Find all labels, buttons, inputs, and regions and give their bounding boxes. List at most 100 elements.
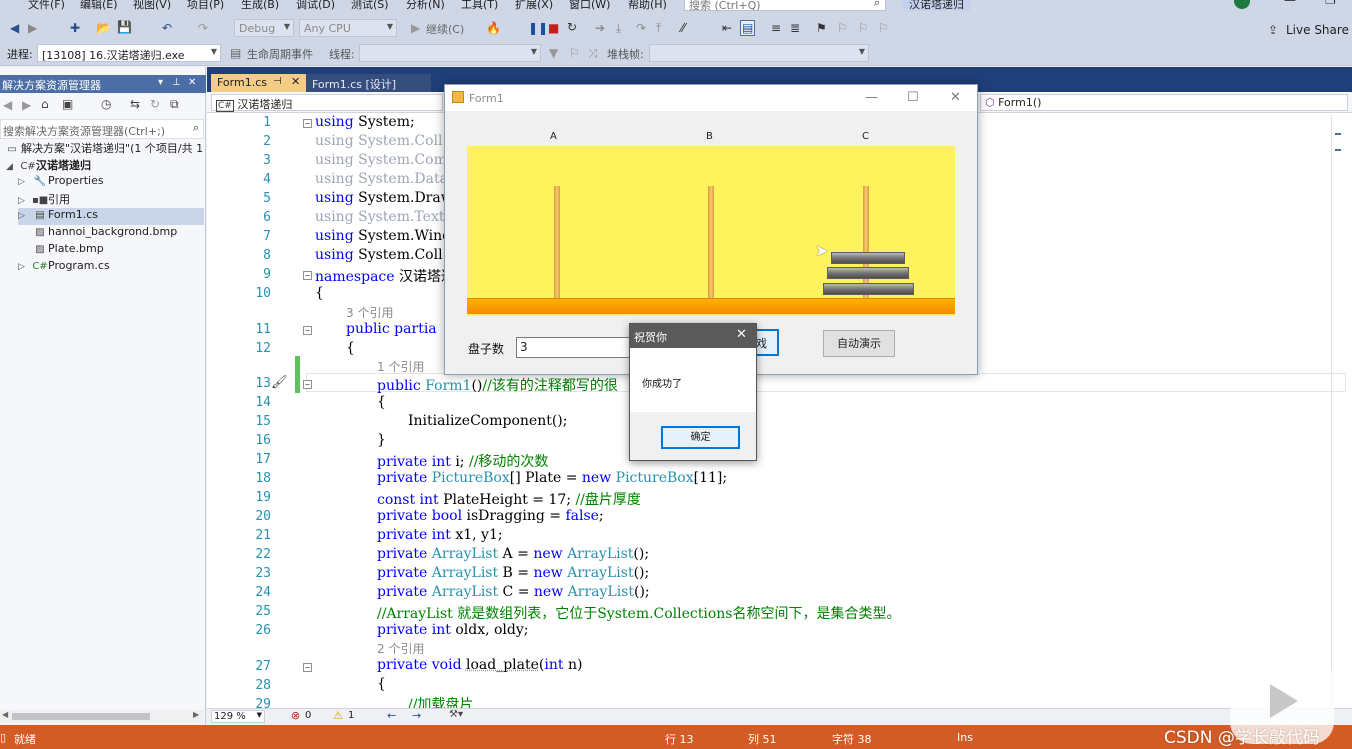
menu-test[interactable]: 测试(S): [351, 0, 389, 12]
minimize-icon[interactable]: —: [865, 90, 878, 105]
tree-plate-image[interactable]: ▨ Plate.bmp: [32, 242, 206, 259]
pin-icon[interactable]: ⊥: [172, 77, 181, 88]
menu-edit[interactable]: 编辑(E): [80, 0, 118, 12]
hot-reload-icon[interactable]: 🔥: [486, 22, 501, 34]
close-icon[interactable]: ✕: [291, 75, 300, 88]
tree-program[interactable]: ▷ C#Program.cs: [18, 259, 206, 276]
scroll-overview[interactable]: [1331, 115, 1332, 705]
stop-icon[interactable]: ■: [548, 22, 559, 34]
codelens-references[interactable]: 3 个引用: [346, 304, 393, 321]
restore-icon[interactable]: ❐: [1325, 0, 1336, 7]
tree-references[interactable]: ▷ ▪■引用: [18, 191, 206, 208]
menu-tools[interactable]: 工具(T): [461, 0, 498, 12]
insert-mode-indicator[interactable]: Ins: [957, 731, 973, 744]
prev-bookmark-icon[interactable]: ⚐: [837, 22, 848, 34]
next-bookmark-icon[interactable]: ⚐: [858, 22, 869, 34]
plates-count-input[interactable]: 3: [516, 337, 636, 358]
forward-icon[interactable]: ▶: [28, 22, 37, 34]
home-icon[interactable]: ⌂: [41, 98, 49, 110]
tree-solution[interactable]: ▭ 解决方案"汉诺塔递归"(1 个项目/共 1: [3, 140, 206, 157]
close-icon[interactable]: ✕: [950, 90, 961, 105]
thread-select[interactable]: ▼: [359, 44, 541, 62]
bookmark-icon[interactable]: ⚑: [816, 22, 827, 34]
continue-button[interactable]: 继续(C): [426, 21, 464, 37]
scroll-left-icon[interactable]: ◀: [2, 710, 8, 719]
column-indicator[interactable]: 列 51: [748, 731, 777, 747]
dropdown-icon[interactable]: ▾: [158, 77, 163, 88]
back-icon[interactable]: ◀: [3, 99, 12, 111]
step-out-icon[interactable]: ⤒: [656, 22, 661, 34]
collapse-icon[interactable]: −: [303, 663, 312, 672]
auto-demo-button[interactable]: 自动演示: [823, 330, 895, 357]
plate-large[interactable]: [823, 283, 914, 295]
tree-background-image[interactable]: ▨ hannoi_backgrond.bmp: [32, 225, 206, 242]
previous-issue-icon[interactable]: ←: [387, 709, 396, 722]
pause-icon[interactable]: ❚❚: [528, 22, 548, 34]
ok-button[interactable]: 确定: [661, 426, 740, 449]
tab-form1-cs[interactable]: Form1.cs ⊣ ✕: [211, 74, 306, 92]
scroll-right-icon[interactable]: ▶: [193, 710, 199, 719]
plate-medium[interactable]: [827, 267, 909, 279]
sync-icon[interactable]: ⇆: [130, 98, 140, 110]
warning-icon[interactable]: ⚠: [333, 709, 343, 722]
live-share-button[interactable]: Live Share: [1286, 23, 1349, 37]
collapse-icon[interactable]: −: [303, 380, 312, 389]
filter-icon[interactable]: ▼: [549, 47, 558, 59]
pending-changes-icon[interactable]: ◷: [101, 98, 111, 110]
codelens-references[interactable]: 2 个引用: [377, 640, 424, 657]
menu-build[interactable]: 生成(B): [241, 0, 279, 12]
step-over-icon[interactable]: ↷: [636, 22, 646, 34]
solution-search-input[interactable]: 搜索解决方案资源管理器(Ctrl+;) ⌕: [0, 119, 204, 139]
menu-analyze[interactable]: 分析(N): [406, 0, 445, 12]
menu-view[interactable]: 视图(V): [133, 0, 171, 12]
menu-file[interactable]: 文件(F): [28, 0, 65, 12]
close-icon[interactable]: ✕: [736, 327, 747, 342]
configuration-select[interactable]: Debug ▼: [234, 19, 294, 37]
switch-views-icon[interactable]: ▣: [62, 98, 73, 110]
char-indicator[interactable]: 字符 38: [832, 731, 872, 747]
collapse-icon[interactable]: −: [303, 326, 312, 335]
play-icon[interactable]: ▶: [411, 22, 420, 34]
account-avatar[interactable]: [1234, 0, 1250, 9]
zoom-select[interactable]: 129 % ▼: [211, 710, 265, 723]
show-next-statement-icon[interactable]: ➔: [595, 22, 605, 34]
cleanup-icon[interactable]: ⚒▾: [449, 709, 463, 720]
refresh-icon[interactable]: ↻: [150, 98, 160, 110]
redo-icon[interactable]: ↷: [198, 22, 208, 34]
quick-action-brush-icon[interactable]: 🖌: [271, 375, 288, 390]
breakpoint-window-icon[interactable]: ▤: [740, 20, 756, 36]
forward-icon[interactable]: ▶: [22, 99, 31, 111]
tab-form1-design[interactable]: Form1.cs [设计]: [306, 74, 431, 92]
comment-out-icon[interactable]: ≡: [771, 22, 781, 34]
next-issue-icon[interactable]: →: [412, 709, 421, 722]
stack-frame-select[interactable]: ▼: [649, 44, 869, 62]
back-icon[interactable]: ◀: [10, 22, 19, 34]
maximize-icon[interactable]: ☐: [907, 90, 919, 105]
search-input[interactable]: 搜索 (Ctrl+Q) ⌕: [684, 0, 886, 12]
horizontal-scrollbar[interactable]: ◀ ▶: [0, 710, 204, 723]
tree-form1[interactable]: ▷ ▤ Form1.cs: [18, 208, 204, 225]
close-icon[interactable]: ✕: [188, 77, 196, 88]
hex-display-icon[interactable]: ⁄⁄: [681, 22, 685, 34]
undo-icon[interactable]: ↶: [162, 22, 172, 34]
lifecycle-events-button[interactable]: 生命周期事件: [247, 46, 313, 62]
new-item-icon[interactable]: ✚: [70, 22, 80, 34]
platform-select[interactable]: Any CPU ▼: [299, 19, 397, 37]
uncomment-icon[interactable]: ≣: [790, 22, 800, 34]
tree-project[interactable]: ◢ C#汉诺塔递归: [6, 157, 206, 174]
error-icon[interactable]: ⊗: [291, 709, 300, 722]
collapse-all-icon[interactable]: ⧉: [170, 98, 179, 110]
open-folder-icon[interactable]: 📂: [96, 22, 111, 34]
scroll-thumb[interactable]: [12, 713, 150, 720]
flag-icon[interactable]: ⚐: [569, 47, 580, 59]
project-nav-select[interactable]: C# 汉诺塔递归: [211, 94, 443, 112]
parallel-icon[interactable]: ⤨: [588, 47, 598, 59]
line-indicator[interactable]: 行 13: [665, 731, 694, 747]
minimize-icon[interactable]: —: [1284, 0, 1296, 7]
menu-window[interactable]: 窗口(W): [569, 0, 610, 12]
toggle-icon[interactable]: ⇤: [722, 22, 732, 34]
codelens-references[interactable]: 1 个引用: [377, 358, 424, 375]
save-icon[interactable]: 💾: [117, 21, 132, 33]
tree-properties[interactable]: ▷ 🔧 Properties: [18, 174, 206, 191]
hanoi-board[interactable]: [467, 146, 955, 316]
